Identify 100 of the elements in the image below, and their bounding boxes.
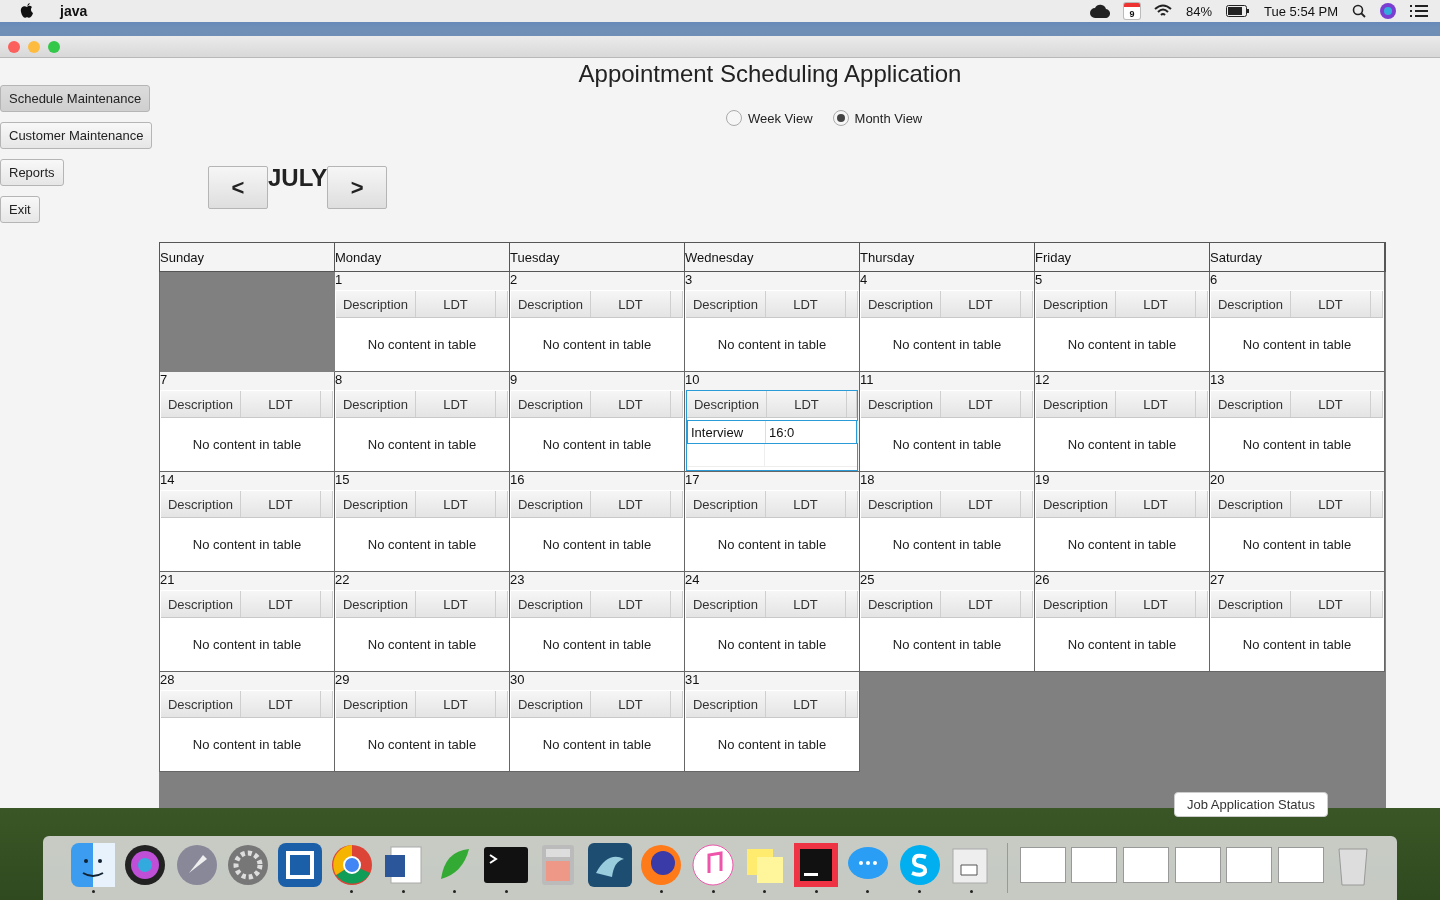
column-header[interactable]: LDT — [766, 691, 846, 717]
column-header[interactable]: Description — [1036, 291, 1116, 317]
column-header[interactable]: Description — [1211, 291, 1291, 317]
fox-icon[interactable] — [639, 843, 684, 887]
column-header[interactable]: Description — [161, 391, 241, 417]
column-header[interactable]: LDT — [766, 591, 846, 617]
column-header[interactable]: LDT — [766, 291, 846, 317]
nav-button[interactable]: Schedule Maintenance — [0, 85, 151, 112]
square-icon[interactable] — [277, 843, 322, 887]
appointment-row[interactable]: Interview 16:0 — [687, 420, 857, 444]
search-icon[interactable] — [1352, 4, 1366, 18]
app-name[interactable]: java — [60, 3, 88, 19]
column-header[interactable]: LDT — [591, 591, 671, 617]
column-header[interactable]: LDT — [1116, 391, 1196, 417]
column-header[interactable]: Description — [861, 391, 941, 417]
column-header[interactable]: Description — [1211, 591, 1291, 617]
column-header[interactable]: Description — [686, 691, 766, 717]
column-header[interactable]: LDT — [941, 591, 1021, 617]
column-header[interactable]: LDT — [1291, 491, 1371, 517]
wifi-icon[interactable] — [1154, 4, 1172, 18]
column-header[interactable]: LDT — [766, 491, 846, 517]
column-header[interactable]: Description — [686, 291, 766, 317]
column-header[interactable]: LDT — [241, 691, 321, 717]
column-header[interactable]: Description — [336, 491, 416, 517]
previous-month-button[interactable]: < — [208, 166, 268, 209]
nav-button[interactable]: Reports — [0, 159, 64, 186]
dolphin-icon[interactable] — [587, 843, 632, 887]
column-header[interactable]: LDT — [591, 391, 671, 417]
column-header[interactable]: Description — [861, 591, 941, 617]
column-header[interactable]: LDT — [941, 391, 1021, 417]
column-header[interactable]: Description — [161, 491, 241, 517]
column-header[interactable]: LDT — [767, 391, 847, 417]
battery-percentage[interactable]: 84% — [1186, 3, 1213, 19]
menubar-clock[interactable]: Tue 5:54 PM — [1264, 3, 1338, 19]
ide-icon[interactable] — [794, 843, 839, 887]
column-header[interactable]: Description — [861, 291, 941, 317]
column-header[interactable]: Description — [336, 291, 416, 317]
next-month-button[interactable]: > — [327, 166, 388, 209]
column-header[interactable]: LDT — [1116, 491, 1196, 517]
column-header[interactable]: Description — [511, 391, 591, 417]
column-header[interactable]: Description — [1036, 391, 1116, 417]
nav-button[interactable]: Customer Maintenance — [0, 122, 153, 149]
column-header[interactable]: LDT — [1291, 291, 1371, 317]
column-header[interactable]: Description — [336, 691, 416, 717]
radio-label[interactable]: Month View — [854, 110, 923, 126]
column-header[interactable]: LDT — [591, 691, 671, 717]
column-header[interactable]: Description — [1036, 591, 1116, 617]
column-header[interactable]: Description — [1036, 491, 1116, 517]
column-header[interactable]: LDT — [416, 491, 496, 517]
column-header[interactable]: Description — [687, 391, 767, 417]
column-header[interactable]: Description — [511, 691, 591, 717]
calendar-icon[interactable]: 9 — [1124, 3, 1140, 19]
list-icon[interactable] — [1410, 4, 1428, 18]
column-header[interactable]: Description — [336, 391, 416, 417]
gear-icon[interactable] — [226, 843, 271, 887]
column-header[interactable]: LDT — [1291, 391, 1371, 417]
column-header[interactable]: LDT — [241, 591, 321, 617]
column-header[interactable]: LDT — [416, 391, 496, 417]
column-header[interactable]: Description — [861, 491, 941, 517]
column-header[interactable]: Description — [1211, 491, 1291, 517]
column-header[interactable]: Description — [161, 591, 241, 617]
window-thumbnail[interactable] — [1071, 847, 1118, 883]
window-thumbnail[interactable] — [1019, 847, 1066, 883]
column-header[interactable]: LDT — [941, 291, 1021, 317]
column-header[interactable]: LDT — [1116, 591, 1196, 617]
smiley-face-icon[interactable] — [71, 843, 116, 887]
column-header[interactable]: Description — [686, 591, 766, 617]
column-header[interactable]: LDT — [241, 491, 321, 517]
column-header[interactable]: Description — [511, 291, 591, 317]
column-header[interactable]: LDT — [1116, 291, 1196, 317]
column-header[interactable]: Description — [511, 491, 591, 517]
column-header[interactable]: LDT — [241, 391, 321, 417]
radio-button[interactable] — [832, 110, 849, 126]
column-header[interactable]: LDT — [416, 691, 496, 717]
orb-icon[interactable] — [1380, 3, 1396, 19]
battery-icon[interactable] — [1226, 5, 1251, 17]
zoom-button[interactable] — [48, 40, 60, 53]
apple-logo-icon[interactable] — [20, 3, 34, 19]
browser-icon[interactable] — [329, 843, 374, 887]
window-thumbnail[interactable] — [1226, 847, 1273, 883]
chat-app-icon[interactable] — [897, 843, 942, 887]
window-thumbnail[interactable] — [1278, 847, 1324, 883]
window-thumbnail[interactable] — [1174, 847, 1221, 883]
column-header[interactable]: LDT — [941, 491, 1021, 517]
column-header[interactable]: Description — [511, 591, 591, 617]
radio-label[interactable]: Week View — [748, 110, 813, 126]
column-header[interactable]: Description — [686, 491, 766, 517]
cloud-icon[interactable] — [1090, 4, 1110, 18]
column-header[interactable]: LDT — [416, 591, 496, 617]
column-header[interactable]: LDT — [1291, 591, 1371, 617]
nav-button[interactable]: Exit — [0, 196, 40, 223]
orb-icon[interactable] — [122, 843, 167, 887]
column-header[interactable]: Description — [161, 691, 241, 717]
column-header[interactable]: LDT — [591, 291, 671, 317]
column-header[interactable]: Description — [336, 591, 416, 617]
music-note-icon[interactable] — [691, 843, 735, 887]
close-button[interactable] — [8, 40, 20, 53]
window-thumbnail[interactable] — [1123, 847, 1170, 883]
column-header[interactable]: LDT — [591, 491, 671, 517]
column-header[interactable]: LDT — [416, 291, 496, 317]
